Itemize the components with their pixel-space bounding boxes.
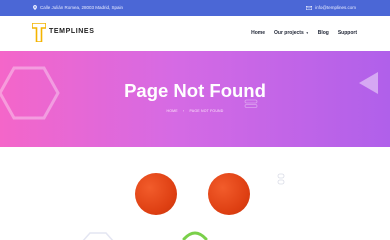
right-eye-illustration <box>208 173 250 215</box>
nav-item-blog[interactable]: Blog <box>318 30 329 36</box>
breadcrumb-separator-icon: › <box>182 109 185 113</box>
main-navbar: TEMPLINES Home Our projects ▼ Blog Suppo… <box>0 16 390 51</box>
nav-item-our-projects[interactable]: Our projects ▼ <box>274 30 309 36</box>
hero-banner: Page Not Found HOME › PAGE NOT FOUND <box>0 51 390 147</box>
location-pin-icon <box>33 5 37 10</box>
dots-decoration-icon <box>277 173 285 185</box>
breadcrumb-current: PAGE NOT FOUND <box>189 109 224 113</box>
envelope-icon <box>306 5 313 10</box>
page-title: Page Not Found <box>124 80 266 101</box>
breadcrumb: HOME › PAGE NOT FOUND <box>0 109 390 113</box>
nav-item-label: Home <box>251 30 265 36</box>
address-block: Calle Julián Romea, 28003 Madrid, Spain <box>33 5 123 10</box>
nav-item-label: Our projects <box>274 30 304 36</box>
logo-text: TEMPLINES <box>49 28 95 35</box>
address-text: Calle Julián Romea, 28003 Madrid, Spain <box>40 5 124 10</box>
nav-item-label: Blog <box>317 30 329 36</box>
email-link[interactable]: info@templines.com <box>315 5 356 10</box>
nav-item-home[interactable]: Home <box>251 30 265 36</box>
breadcrumb-home-link[interactable]: HOME <box>166 109 177 113</box>
nav-item-label: Support <box>337 30 357 36</box>
logo-t-icon <box>32 23 46 42</box>
top-info-bar: Calle Julián Romea, 28003 Madrid, Spain … <box>0 0 390 16</box>
sad-mouth-illustration <box>182 231 208 240</box>
nav-item-support[interactable]: Support <box>338 30 357 36</box>
main-menu: Home Our projects ▼ Blog Support <box>242 30 357 36</box>
site-logo[interactable]: TEMPLINES <box>32 22 95 44</box>
faint-hexagon-icon <box>82 232 114 240</box>
chevron-down-icon: ▼ <box>305 31 309 35</box>
left-eye-illustration <box>135 173 177 215</box>
not-found-content <box>0 147 390 240</box>
email-block[interactable]: info@templines.com <box>306 5 356 10</box>
